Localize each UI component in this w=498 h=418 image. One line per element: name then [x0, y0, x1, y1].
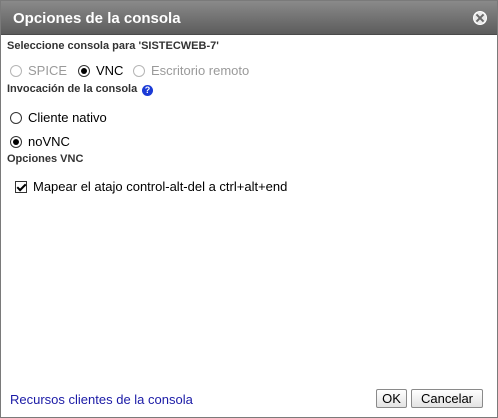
help-icon[interactable]: ?	[142, 85, 153, 96]
radio-novnc[interactable]: noVNC	[10, 134, 70, 149]
dialog-title: Opciones de la consola	[13, 10, 181, 27]
radio-vnc[interactable]: VNC	[78, 63, 123, 78]
ok-button[interactable]: OK	[376, 389, 407, 408]
radio-spice-label: SPICE	[28, 63, 68, 78]
close-icon[interactable]	[473, 11, 487, 25]
radio-spice[interactable]: SPICE	[10, 63, 67, 78]
cancel-button[interactable]: Cancelar	[411, 389, 483, 408]
radio-remote-desktop[interactable]: Escritorio remoto	[133, 63, 249, 78]
radio-native-client-label: Cliente nativo	[28, 110, 107, 125]
radio-vnc-button[interactable]	[78, 64, 90, 77]
radio-native-client[interactable]: Cliente nativo	[10, 110, 107, 125]
console-options-dialog: Opciones de la consola Seleccione consol…	[0, 0, 498, 418]
radio-remote-desktop-button[interactable]	[133, 64, 145, 77]
console-client-resources-link[interactable]: Recursos clientes de la consola	[10, 392, 193, 407]
vnc-options-label: Opciones VNC	[7, 153, 84, 165]
dialog-titlebar: Opciones de la consola	[1, 1, 497, 35]
invocation-label: Invocación de la consola	[7, 83, 138, 95]
radio-remote-desktop-label: Escritorio remoto	[151, 63, 250, 78]
radio-novnc-label: noVNC	[28, 134, 70, 149]
radio-vnc-label: VNC	[96, 63, 124, 78]
ctrl-alt-del-option[interactable]: Mapear el atajo control-alt-del a ctrl+a…	[15, 179, 287, 194]
radio-native-client-button[interactable]	[10, 111, 22, 124]
radio-novnc-button[interactable]	[10, 135, 22, 148]
ctrl-alt-del-label: Mapear el atajo control-alt-del a ctrl+a…	[33, 179, 288, 194]
ctrl-alt-del-checkbox[interactable]	[15, 180, 27, 193]
console-select-label: Seleccione consola para 'SISTECWEB-7'	[7, 40, 219, 52]
radio-spice-button[interactable]	[10, 64, 22, 77]
